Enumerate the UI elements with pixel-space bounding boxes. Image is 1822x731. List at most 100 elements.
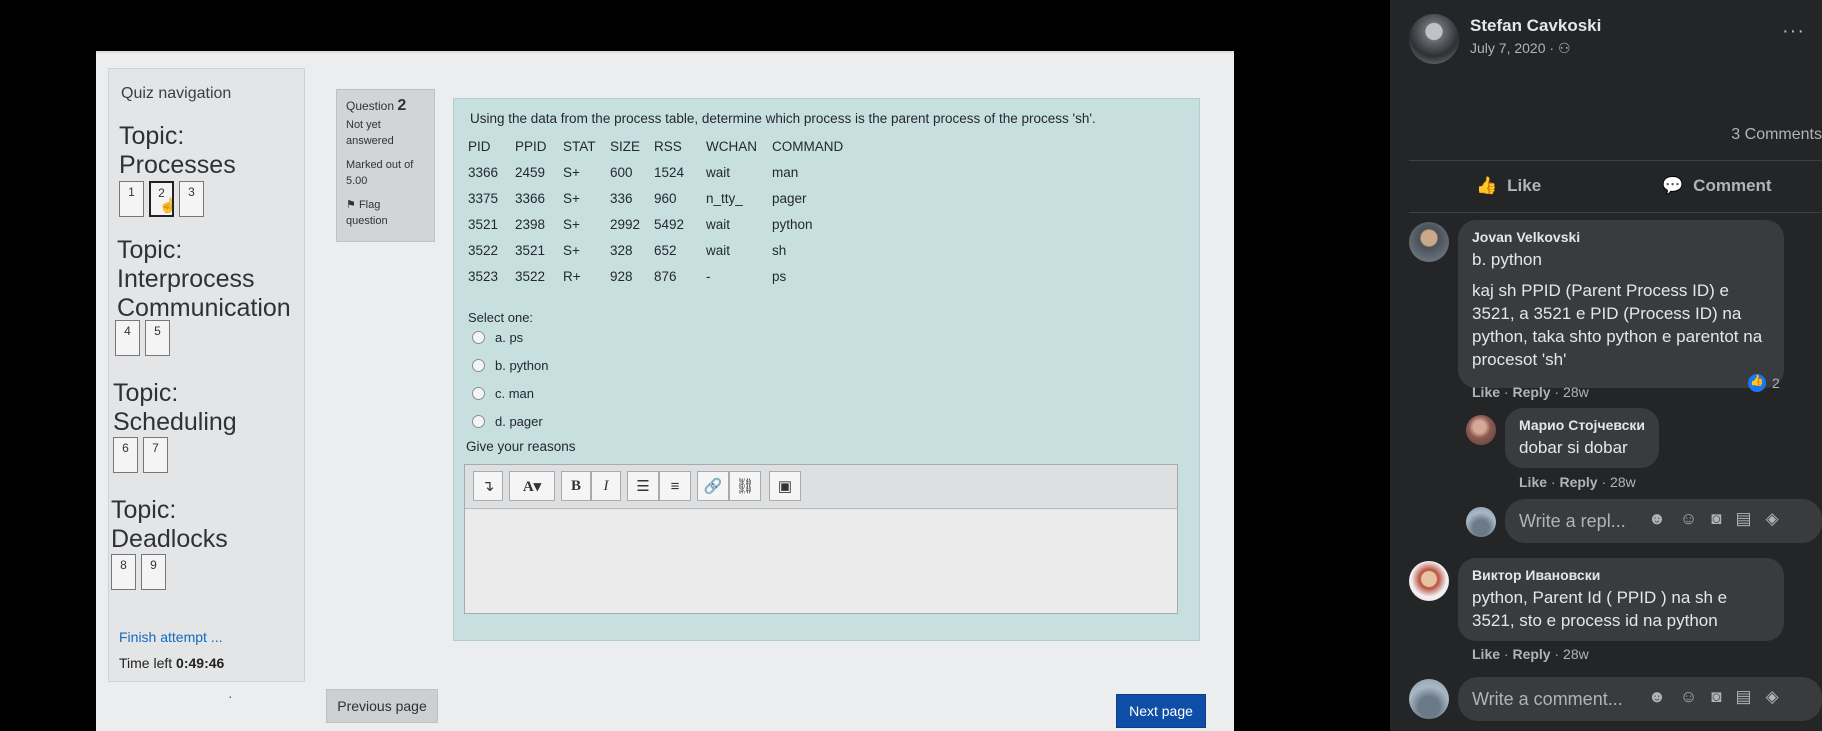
italic-button[interactable]: I [591,471,621,501]
camera-icon[interactable]: ◙ [1711,509,1721,529]
table-cell: ps [772,268,787,284]
option-b[interactable]: b. python [472,358,549,373]
option-c[interactable]: c. man [472,386,534,401]
topic-name-line2: Communication [117,294,291,322]
question-number: Question 2 [346,98,425,114]
comment-reply-link[interactable]: Reply [1512,646,1550,662]
comment-reply-link[interactable]: Reply [1512,384,1550,400]
question-button-8[interactable]: 8 [111,554,136,590]
comment-age[interactable]: 28w [1563,384,1589,400]
table-row: 3521 2398 S+ 2992 5492 wait python [468,211,862,237]
commenter-avatar[interactable] [1409,561,1449,601]
comment-action-button[interactable]: 💬 Comment [1662,176,1772,196]
like-action-button[interactable]: 👍 Like [1476,176,1541,196]
question-button-9[interactable]: 9 [141,554,166,590]
question-button-5[interactable]: 5 [145,320,170,356]
column-header: WCHAN [706,138,757,154]
sticker-icon[interactable]: ◈ [1766,509,1779,529]
emoji-icon[interactable]: ☺ [1680,687,1697,707]
table-cell: R+ [563,268,581,284]
radio-button[interactable] [472,415,485,428]
select-one-label: Select one: [468,310,534,325]
table-cell: 3366 [515,190,546,206]
question-button-4[interactable]: 4 [115,320,140,356]
option-d[interactable]: d. pager [472,414,543,429]
my-avatar[interactable] [1409,679,1449,719]
question-button-1[interactable]: 1 [119,181,144,217]
comment-age[interactable]: 28w [1610,474,1636,490]
gif-icon[interactable]: ▤ [1736,509,1752,529]
next-page-button[interactable]: Next page [1116,694,1206,728]
emoji-icon[interactable]: ☺ [1680,509,1697,529]
option-label: d. pager [495,414,543,429]
commenter-name[interactable]: Марио Стојчевски [1519,417,1645,433]
topic-label: Topic: [117,236,183,264]
question-status: Not yet answered [346,117,425,149]
font-style-button[interactable]: A▾ [509,471,555,501]
time-left-value: 0:49:46 [176,655,225,671]
my-avatar[interactable] [1466,507,1496,537]
reasons-textarea[interactable] [465,510,1177,613]
time-left-label: Time left [119,655,173,671]
table-cell: 3522 [468,242,499,258]
author-avatar[interactable] [1409,14,1459,64]
commenter-name[interactable]: Jovan Velkovski [1472,229,1770,245]
image-button[interactable]: ▣ [769,471,801,501]
option-label: c. man [495,386,535,401]
commenter-avatar[interactable] [1409,222,1449,262]
radio-button[interactable] [472,331,485,344]
audience-icon: ⚇ [1557,40,1571,56]
toggle-toolbar-button[interactable]: ↴ [473,471,503,501]
reply-bubble: Марио Стојчевски dobar si dobar [1505,408,1660,468]
column-header: RSS [654,138,682,154]
table-row: 3522 3521 S+ 328 652 wait sh [468,237,862,263]
author-name[interactable]: Stefan Cavkoski [1470,16,1601,36]
camera-icon[interactable]: ◙ [1711,687,1721,707]
table-row: 3523 3522 R+ 928 876 - ps [468,263,862,289]
unlink-button[interactable]: ⛓ [729,471,761,501]
flag-icon: ⚑ [346,199,356,211]
numbered-list-button[interactable]: ≡ [659,471,691,501]
question-button-3[interactable]: 3 [179,181,204,217]
radio-button[interactable] [472,359,485,372]
bold-button[interactable]: B [561,471,591,501]
table-cell: man [772,164,799,180]
question-button-6[interactable]: 6 [113,437,138,473]
process-table-body: 3366 2459 S+ 600 1524 wait man 3375 3366 S+ 336 960… [468,159,862,289]
column-header: SIZE [610,138,641,154]
gif-icon[interactable]: ▤ [1736,687,1752,707]
comment-like-link[interactable]: Like [1472,384,1500,400]
comment-reply-link[interactable]: Reply [1559,474,1597,490]
column-header: STAT [563,138,596,154]
previous-page-button[interactable]: Previous page [326,689,438,723]
question-button-7[interactable]: 7 [143,437,168,473]
post-date-text: July 7, 2020 · [1470,40,1555,56]
table-cell: S+ [563,242,580,258]
option-a[interactable]: a. ps [472,330,523,345]
topic-label: Topic: [111,496,177,524]
flag-question-button[interactable]: ⚑ Flag question [346,197,425,229]
avatar-sticker-icon[interactable]: ☻ [1648,687,1666,707]
comment-like-link[interactable]: Like [1519,474,1547,490]
reply-avatar[interactable] [1466,415,1496,445]
topic-name: Interprocess [117,265,255,293]
reaction-number: 2 [1772,375,1780,391]
reaction-count[interactable]: 2 [1748,374,1780,392]
avatar-sticker-icon[interactable]: ☻ [1648,509,1666,529]
link-button[interactable]: 🔗 [697,471,729,501]
bullet-list-button[interactable]: ☰ [627,471,659,501]
table-cell: 2459 [515,164,546,180]
finish-attempt-link[interactable]: Finish attempt ... [119,629,222,645]
column-header: COMMAND [772,138,844,154]
post-date[interactable]: July 7, 2020 · ⚇ [1470,40,1571,57]
sticker-icon[interactable]: ◈ [1766,687,1779,707]
comment-age[interactable]: 28w [1563,646,1589,662]
commenter-name[interactable]: Виктор Ивановски [1472,567,1770,583]
question-number-value: 2 [397,97,407,114]
radio-button[interactable] [472,387,485,400]
more-options-icon[interactable]: ··· [1782,20,1805,43]
comment-like-link[interactable]: Like [1472,646,1500,662]
comment-count[interactable]: 3 Comments [1731,126,1822,144]
table-cell: 876 [654,268,677,284]
question-content: Using the data from the process table, d… [453,98,1200,641]
